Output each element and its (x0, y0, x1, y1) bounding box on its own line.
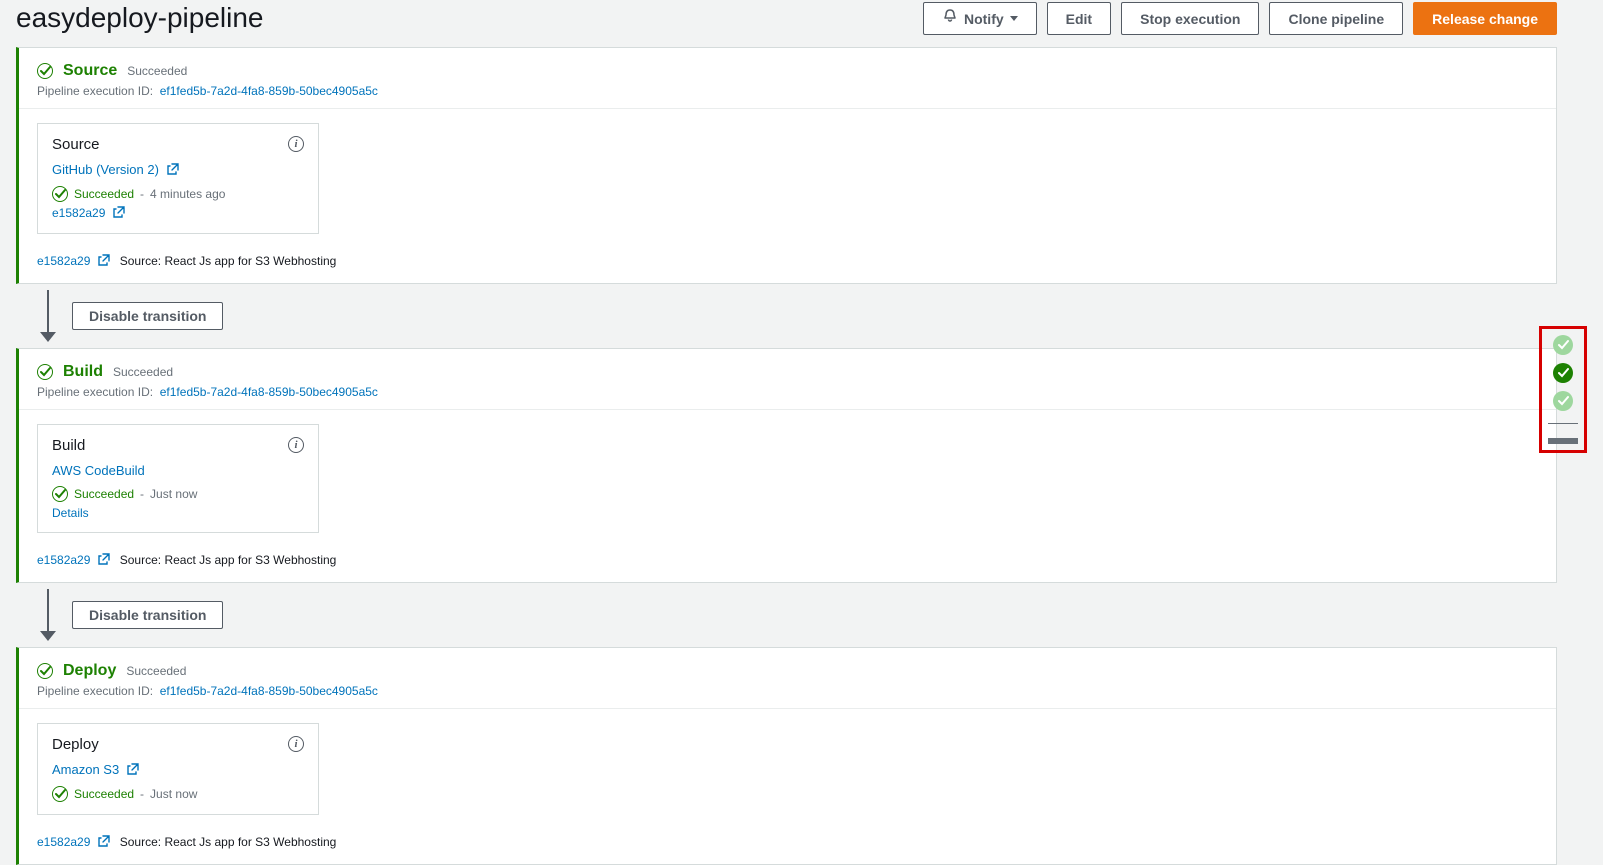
stage-source-title: Source (63, 62, 117, 80)
info-icon[interactable]: i (288, 136, 304, 152)
action-build-details-link[interactable]: Details (52, 506, 89, 520)
success-icon (37, 63, 53, 79)
action-source-card: Source i GitHub (Version 2) Succeeded - … (37, 123, 319, 234)
external-link-icon (127, 763, 139, 778)
stage-deploy-exec-id-link[interactable]: ef1fed5b-7a2d-4fa8-859b-50bec4905a5c (160, 684, 378, 698)
tray-scroll-indicator (1548, 438, 1578, 444)
action-source-provider: GitHub (Version 2) (52, 162, 159, 177)
action-source-name: Source (52, 136, 100, 153)
stage-source-footer-commit: e1582a29 (37, 254, 90, 268)
stage-source-status: Succeeded (127, 64, 187, 78)
external-link-icon (98, 835, 110, 850)
transition-source-build: Disable transition (16, 284, 1557, 348)
stage-build-footer-msg: React Js app for S3 Webhosting (164, 553, 336, 567)
notify-button[interactable]: Notify (923, 2, 1037, 35)
success-icon (52, 486, 68, 502)
edit-button[interactable]: Edit (1047, 2, 1111, 35)
stage-build-commit-link[interactable]: e1582a29 (37, 553, 113, 567)
stage-source-footer-msg: React Js app for S3 Webhosting (164, 254, 336, 268)
arrow-down-icon (36, 290, 60, 342)
action-build-name: Build (52, 437, 85, 454)
stage-status-tray (1539, 326, 1587, 453)
success-icon (37, 364, 53, 380)
external-link-icon (98, 553, 110, 568)
source-prefix: Source: (120, 254, 161, 268)
stop-execution-button[interactable]: Stop execution (1121, 2, 1259, 35)
action-deploy-status: Succeeded (74, 787, 134, 801)
action-source-provider-link[interactable]: GitHub (Version 2) (52, 162, 179, 177)
tray-status-build[interactable] (1553, 363, 1573, 383)
tray-divider (1548, 423, 1578, 424)
external-link-icon (113, 206, 125, 221)
action-source-commit-link[interactable]: e1582a29 (52, 206, 125, 220)
stage-deploy-status: Succeeded (126, 664, 186, 678)
stage-source-footer: e1582a29 Source: React Js app for S3 Web… (19, 248, 1556, 283)
stage-source-commit-link[interactable]: e1582a29 (37, 254, 113, 268)
exec-id-label: Pipeline execution ID: (37, 385, 153, 399)
stage-build-header: Build Succeeded Pipeline execution ID: e… (19, 349, 1556, 410)
source-prefix: Source: (120, 553, 161, 567)
stage-deploy-commit-link[interactable]: e1582a29 (37, 835, 113, 849)
stage-source-exec-id-link[interactable]: ef1fed5b-7a2d-4fa8-859b-50bec4905a5c (160, 84, 378, 98)
stage-build-exec-id-link[interactable]: ef1fed5b-7a2d-4fa8-859b-50bec4905a5c (160, 385, 378, 399)
action-build-time: Just now (150, 487, 197, 501)
release-change-button[interactable]: Release change (1413, 2, 1557, 35)
pipeline-title: easydeploy-pipeline (16, 2, 264, 34)
action-deploy-name: Deploy (52, 736, 99, 753)
clone-pipeline-button[interactable]: Clone pipeline (1269, 2, 1403, 35)
stage-deploy: Deploy Succeeded Pipeline execution ID: … (16, 647, 1557, 865)
action-source-time: 4 minutes ago (150, 187, 225, 201)
external-link-icon (98, 254, 110, 269)
page-header: easydeploy-pipeline Notify Edit Stop exe… (16, 0, 1557, 47)
action-source-commit: e1582a29 (52, 206, 105, 220)
action-build-status: Succeeded (74, 487, 134, 501)
stage-deploy-footer-commit: e1582a29 (37, 835, 90, 849)
action-build-provider-link[interactable]: AWS CodeBuild (52, 463, 145, 478)
stage-deploy-footer-msg: React Js app for S3 Webhosting (164, 835, 336, 849)
stage-build-status: Succeeded (113, 365, 173, 379)
action-source-status: Succeeded (74, 187, 134, 201)
action-deploy-card: Deploy i Amazon S3 Succeeded - Just now (37, 723, 319, 815)
header-actions: Notify Edit Stop execution Clone pipelin… (923, 2, 1557, 35)
stage-deploy-footer: e1582a29 Source: React Js app for S3 Web… (19, 829, 1556, 864)
stage-build-footer: e1582a29 Source: React Js app for S3 Web… (19, 547, 1556, 582)
success-icon (37, 663, 53, 679)
stage-source-header: Source Succeeded Pipeline execution ID: … (19, 48, 1556, 109)
tray-status-source[interactable] (1553, 335, 1573, 355)
info-icon[interactable]: i (288, 736, 304, 752)
action-build-card: Build i AWS CodeBuild Succeeded - Just n… (37, 424, 319, 533)
stage-build-title: Build (63, 363, 103, 381)
stage-source: Source Succeeded Pipeline execution ID: … (16, 47, 1557, 284)
stage-build-footer-commit: e1582a29 (37, 553, 90, 567)
success-icon (52, 786, 68, 802)
disable-transition-button-1[interactable]: Disable transition (72, 302, 223, 330)
info-icon[interactable]: i (288, 437, 304, 453)
stage-deploy-header: Deploy Succeeded Pipeline execution ID: … (19, 648, 1556, 709)
transition-build-deploy: Disable transition (16, 583, 1557, 647)
exec-id-label: Pipeline execution ID: (37, 84, 153, 98)
action-deploy-provider-link[interactable]: Amazon S3 (52, 762, 139, 777)
external-link-icon (167, 163, 179, 178)
bell-icon (942, 8, 958, 29)
disable-transition-button-2[interactable]: Disable transition (72, 601, 223, 629)
action-deploy-provider: Amazon S3 (52, 762, 119, 777)
success-icon (52, 186, 68, 202)
tray-status-deploy[interactable] (1553, 391, 1573, 411)
stage-deploy-title: Deploy (63, 662, 116, 680)
source-prefix: Source: (120, 835, 161, 849)
arrow-down-icon (36, 589, 60, 641)
exec-id-label: Pipeline execution ID: (37, 684, 153, 698)
action-deploy-time: Just now (150, 787, 197, 801)
chevron-down-icon (1010, 16, 1018, 21)
stage-build: Build Succeeded Pipeline execution ID: e… (16, 348, 1557, 583)
notify-label: Notify (964, 9, 1004, 29)
